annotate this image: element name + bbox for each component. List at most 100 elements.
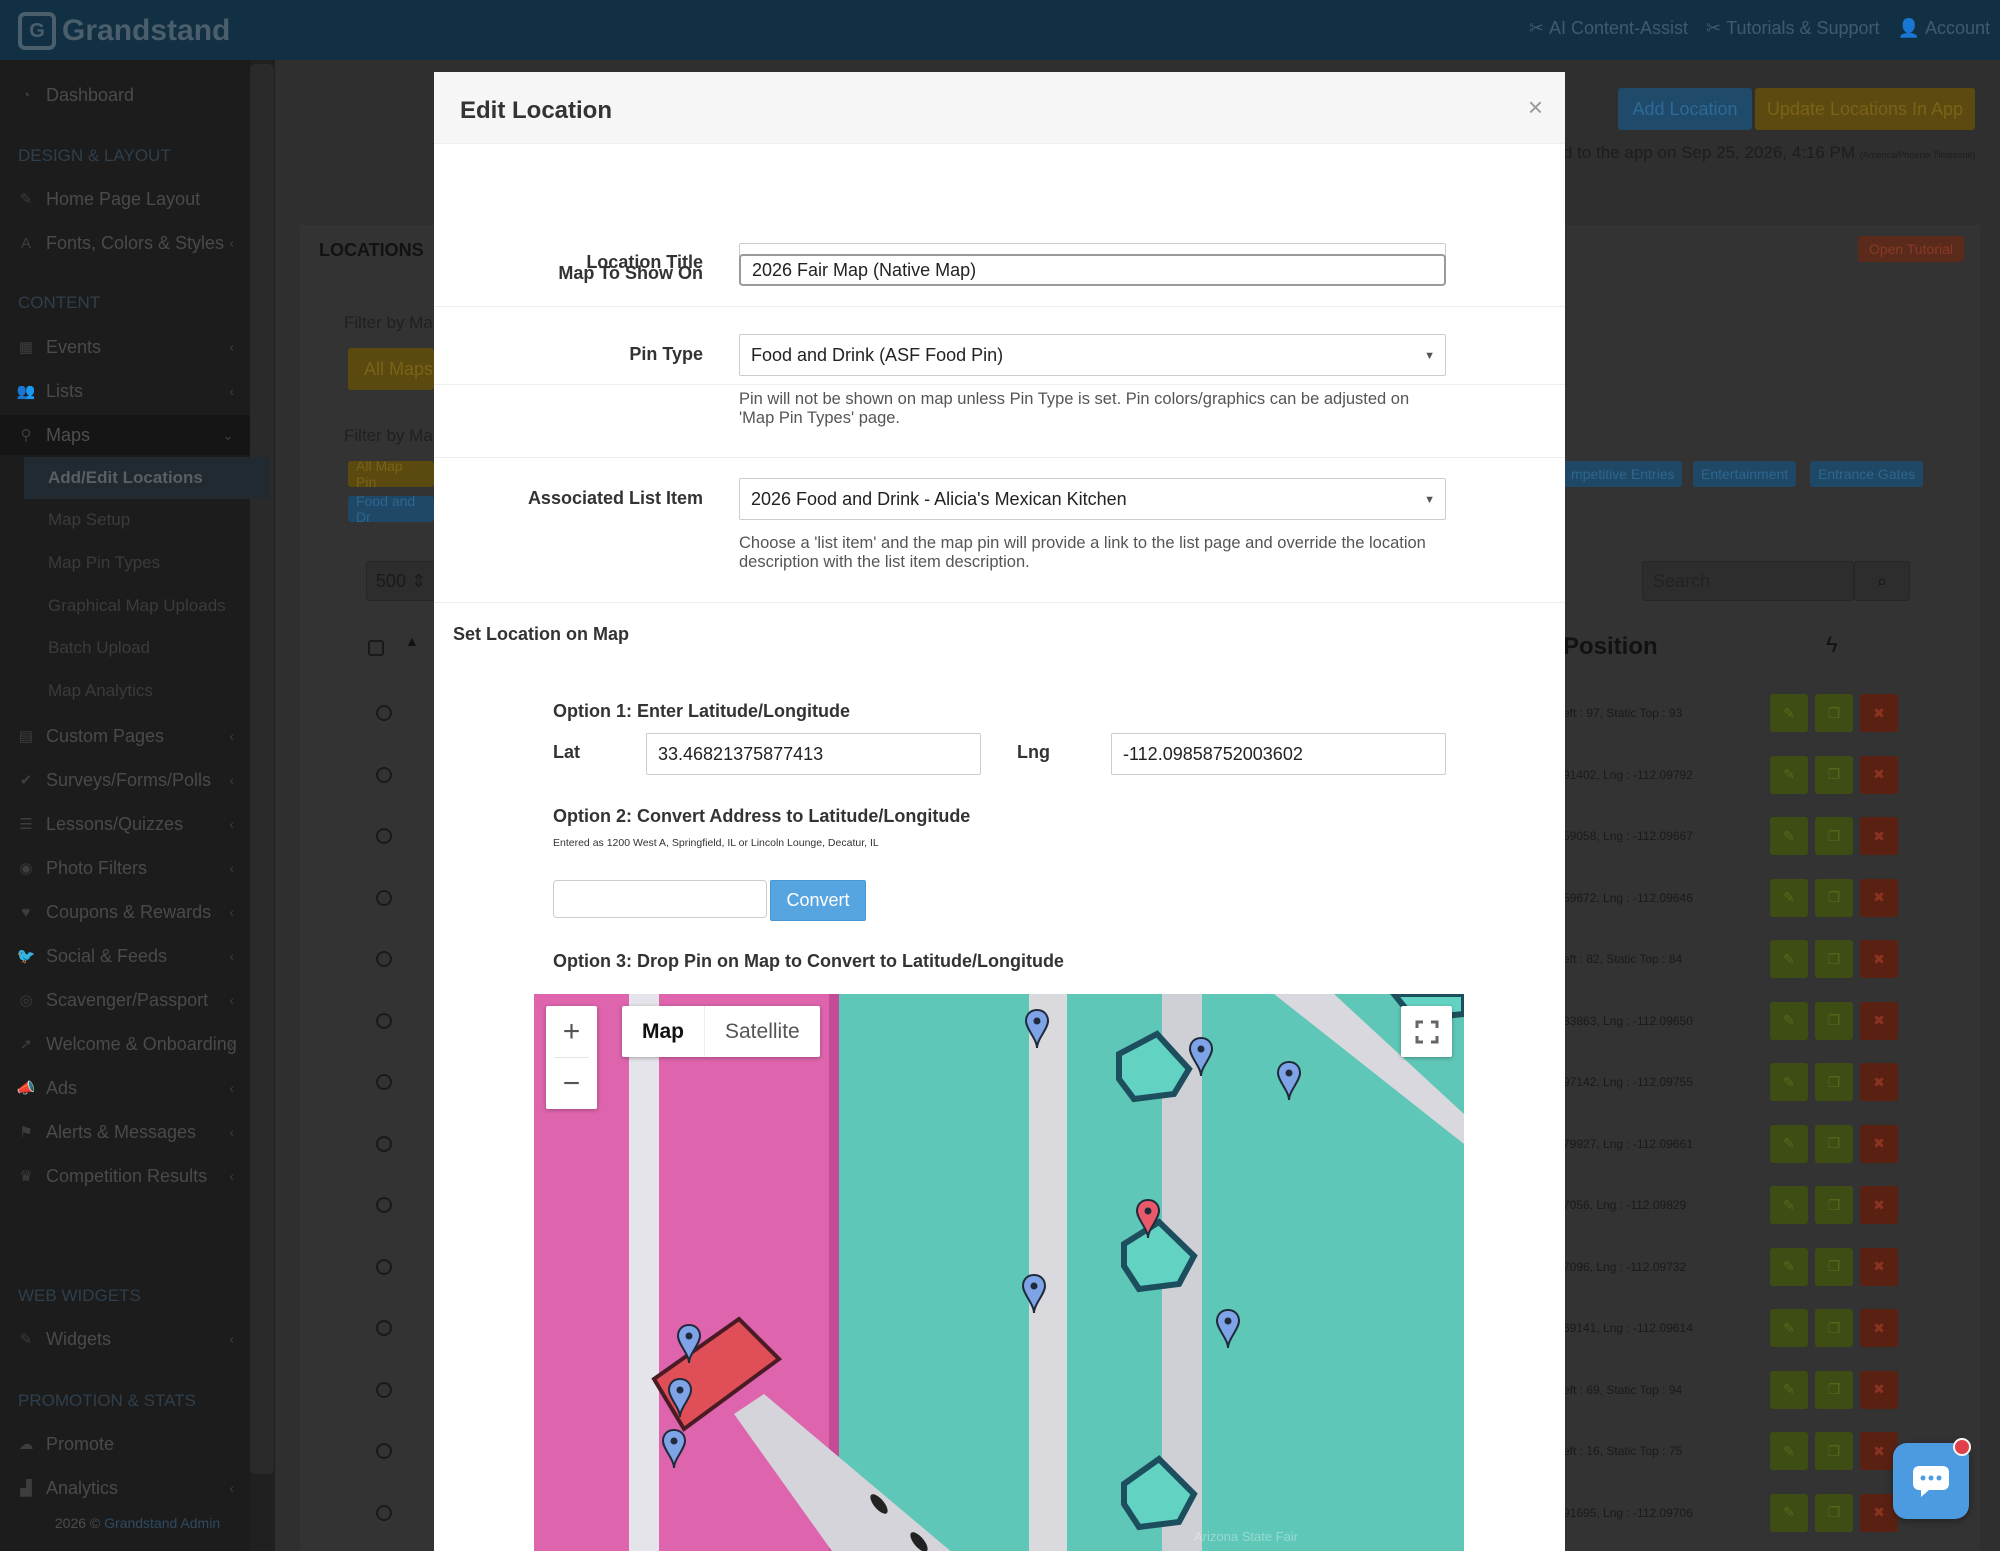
logo[interactable]: G Grandstand (18, 12, 230, 50)
duplicate-button[interactable]: ❐ (1815, 1124, 1853, 1163)
pin-type-select[interactable]: Food and Drink (ASF Food Pin) ▼ (739, 334, 1446, 376)
sidebar-item-analytics[interactable]: ▟ Analytics ‹ (0, 1468, 250, 1508)
duplicate-button[interactable]: ❐ (1815, 694, 1853, 732)
account-link[interactable]: 👤 Account (1898, 18, 1990, 39)
close-icon[interactable]: × (1528, 92, 1543, 123)
row-checkbox[interactable] (376, 705, 392, 721)
location-map[interactable]: + − Map Satellite Arizona State Fair (534, 994, 1464, 1551)
all-maps-button[interactable]: All Maps (348, 348, 434, 390)
duplicate-button[interactable]: ❐ (1815, 1309, 1853, 1347)
address-input[interactable] (553, 880, 767, 918)
edit-button[interactable]: ✎ (1770, 817, 1808, 855)
edit-button[interactable]: ✎ (1770, 1370, 1808, 1409)
delete-button[interactable]: ✖ (1860, 817, 1898, 855)
edit-button[interactable]: ✎ (1770, 940, 1808, 978)
map-to-show-on-select[interactable]: 2026 Fair Map (Native Map) (739, 254, 1446, 286)
sidebar-item-home-page-layout[interactable]: ✎ Home Page Layout (0, 179, 250, 219)
zoom-in-button[interactable]: + (546, 1006, 597, 1057)
delete-button[interactable]: ✖ (1860, 1309, 1898, 1347)
entertainment-tag[interactable]: Entertainment (1693, 461, 1797, 487)
page-size-select[interactable]: 500 ⇕ (366, 561, 436, 601)
sidebar-item-alerts[interactable]: ⚑ Alerts & Messages ‹ (0, 1112, 250, 1152)
row-checkbox[interactable] (376, 828, 392, 844)
delete-button[interactable]: ✖ (1860, 1370, 1898, 1409)
open-tutorial-button[interactable]: Open Tutorial (1858, 236, 1964, 262)
sort-asc-icon[interactable]: ▲ (405, 633, 419, 649)
location-pin-icon[interactable] (667, 1377, 693, 1423)
duplicate-button[interactable]: ❐ (1815, 1186, 1853, 1224)
sidebar-item-widgets[interactable]: ✎ Widgets ‹ (0, 1319, 250, 1359)
delete-button[interactable]: ✖ (1860, 878, 1898, 917)
associated-list-item-select[interactable]: 2026 Food and Drink - Alicia's Mexican K… (739, 478, 1446, 520)
edit-button[interactable]: ✎ (1770, 1124, 1808, 1163)
row-checkbox[interactable] (376, 1074, 392, 1090)
location-pin-icon[interactable] (1276, 1060, 1302, 1106)
delete-button[interactable]: ✖ (1860, 1001, 1898, 1040)
location-pin-icon[interactable] (1188, 1036, 1214, 1082)
all-map-pin-tag[interactable]: All Map Pin (348, 458, 434, 490)
competitive-entries-tag[interactable]: mpetitive Entries (1563, 461, 1683, 487)
fullscreen-button[interactable] (1401, 1006, 1452, 1057)
zoom-out-button[interactable]: − (546, 1058, 597, 1109)
row-checkbox[interactable] (376, 1012, 392, 1029)
food-drink-tag[interactable]: Food and Dr (348, 493, 434, 525)
sidebar-item-maps[interactable]: ⚲ Maps ⌄ (0, 415, 250, 455)
delete-button[interactable]: ✖ (1860, 1186, 1898, 1224)
edit-button[interactable]: ✎ (1770, 1493, 1808, 1532)
entrance-gates-tag[interactable]: Entrance Gates (1810, 461, 1924, 487)
sidebar-item-lessons[interactable]: ☰ Lessons/Quizzes ‹ (0, 804, 250, 844)
sidebar-item-dashboard[interactable]: ◔ Dashboard (0, 75, 250, 115)
row-checkbox[interactable] (376, 766, 392, 783)
sidebar-item-fonts-colors[interactable]: A Fonts, Colors & Styles ‹ (0, 223, 250, 263)
delete-button[interactable]: ✖ (1860, 694, 1898, 732)
delete-button[interactable]: ✖ (1860, 1247, 1898, 1286)
edit-button[interactable]: ✎ (1770, 694, 1808, 732)
edit-button[interactable]: ✎ (1770, 1247, 1808, 1286)
search-input[interactable]: Search (1642, 561, 1854, 601)
search-button[interactable]: ⌕ (1854, 561, 1910, 601)
row-checkbox[interactable] (376, 1197, 392, 1213)
edit-button[interactable]: ✎ (1770, 1001, 1808, 1040)
lat-input[interactable]: 33.46821375877413 (646, 733, 981, 775)
sidebar-item-scavenger[interactable]: ◎ Scavenger/Passport ‹ (0, 980, 250, 1020)
sidebar-subitem-map-pin-types[interactable]: Map Pin Types (24, 542, 270, 584)
duplicate-button[interactable]: ❐ (1815, 817, 1853, 855)
delete-button[interactable]: ✖ (1860, 755, 1898, 794)
delete-button[interactable]: ✖ (1860, 940, 1898, 978)
location-pin-icon[interactable] (1215, 1308, 1241, 1354)
sidebar-item-welcome[interactable]: ➚ Welcome & Onboarding ‹ (0, 1024, 250, 1064)
convert-button[interactable]: Convert (770, 880, 866, 921)
delete-button[interactable]: ✖ (1860, 1063, 1898, 1101)
duplicate-button[interactable]: ❐ (1815, 940, 1853, 978)
duplicate-button[interactable]: ❐ (1815, 1432, 1853, 1470)
delete-button[interactable]: ✖ (1860, 1124, 1898, 1163)
edit-button[interactable]: ✎ (1770, 1309, 1808, 1347)
sidebar-subitem-map-setup[interactable]: Map Setup (24, 499, 270, 541)
sidebar-item-custom-pages[interactable]: ▤ Custom Pages ‹ (0, 716, 250, 756)
location-pin-icon[interactable] (1024, 1008, 1050, 1054)
map-type-satellite-button[interactable]: Satellite (705, 1006, 820, 1057)
duplicate-button[interactable]: ❐ (1815, 1063, 1853, 1101)
sidebar-item-events[interactable]: ▦ Events ‹ (0, 327, 250, 367)
ai-content-assist-link[interactable]: ✂ AI Content-Assist (1529, 18, 1688, 39)
row-checkbox[interactable] (376, 1504, 392, 1521)
footer-link[interactable]: Grandstand Admin (104, 1515, 220, 1531)
sidebar-item-social[interactable]: 🐦 Social & Feeds ‹ (0, 936, 250, 976)
sidebar-item-surveys[interactable]: ✔ Surveys/Forms/Polls ‹ (0, 760, 250, 800)
duplicate-button[interactable]: ❐ (1815, 1370, 1853, 1409)
location-pin-icon[interactable] (676, 1323, 702, 1369)
duplicate-button[interactable]: ❐ (1815, 755, 1853, 794)
edit-button[interactable]: ✎ (1770, 755, 1808, 794)
selected-location-pin-icon[interactable] (1135, 1198, 1161, 1244)
location-pin-icon[interactable] (661, 1428, 687, 1474)
row-checkbox[interactable] (376, 1258, 392, 1275)
sidebar-item-competition[interactable]: ♛ Competition Results ‹ (0, 1156, 250, 1196)
sidebar-subitem-graphical-map-uploads[interactable]: Graphical Map Uploads (24, 585, 270, 627)
row-checkbox[interactable] (376, 1381, 392, 1398)
sidebar-item-coupons[interactable]: ♥ Coupons & Rewards ‹ (0, 892, 250, 932)
sidebar-item-promote[interactable]: ☁ Promote (0, 1424, 250, 1464)
add-location-button[interactable]: Add Location (1618, 88, 1752, 130)
edit-button[interactable]: ✎ (1770, 1063, 1808, 1101)
update-locations-button[interactable]: Update Locations In App (1755, 88, 1975, 130)
map-type-map-button[interactable]: Map (622, 1006, 705, 1057)
